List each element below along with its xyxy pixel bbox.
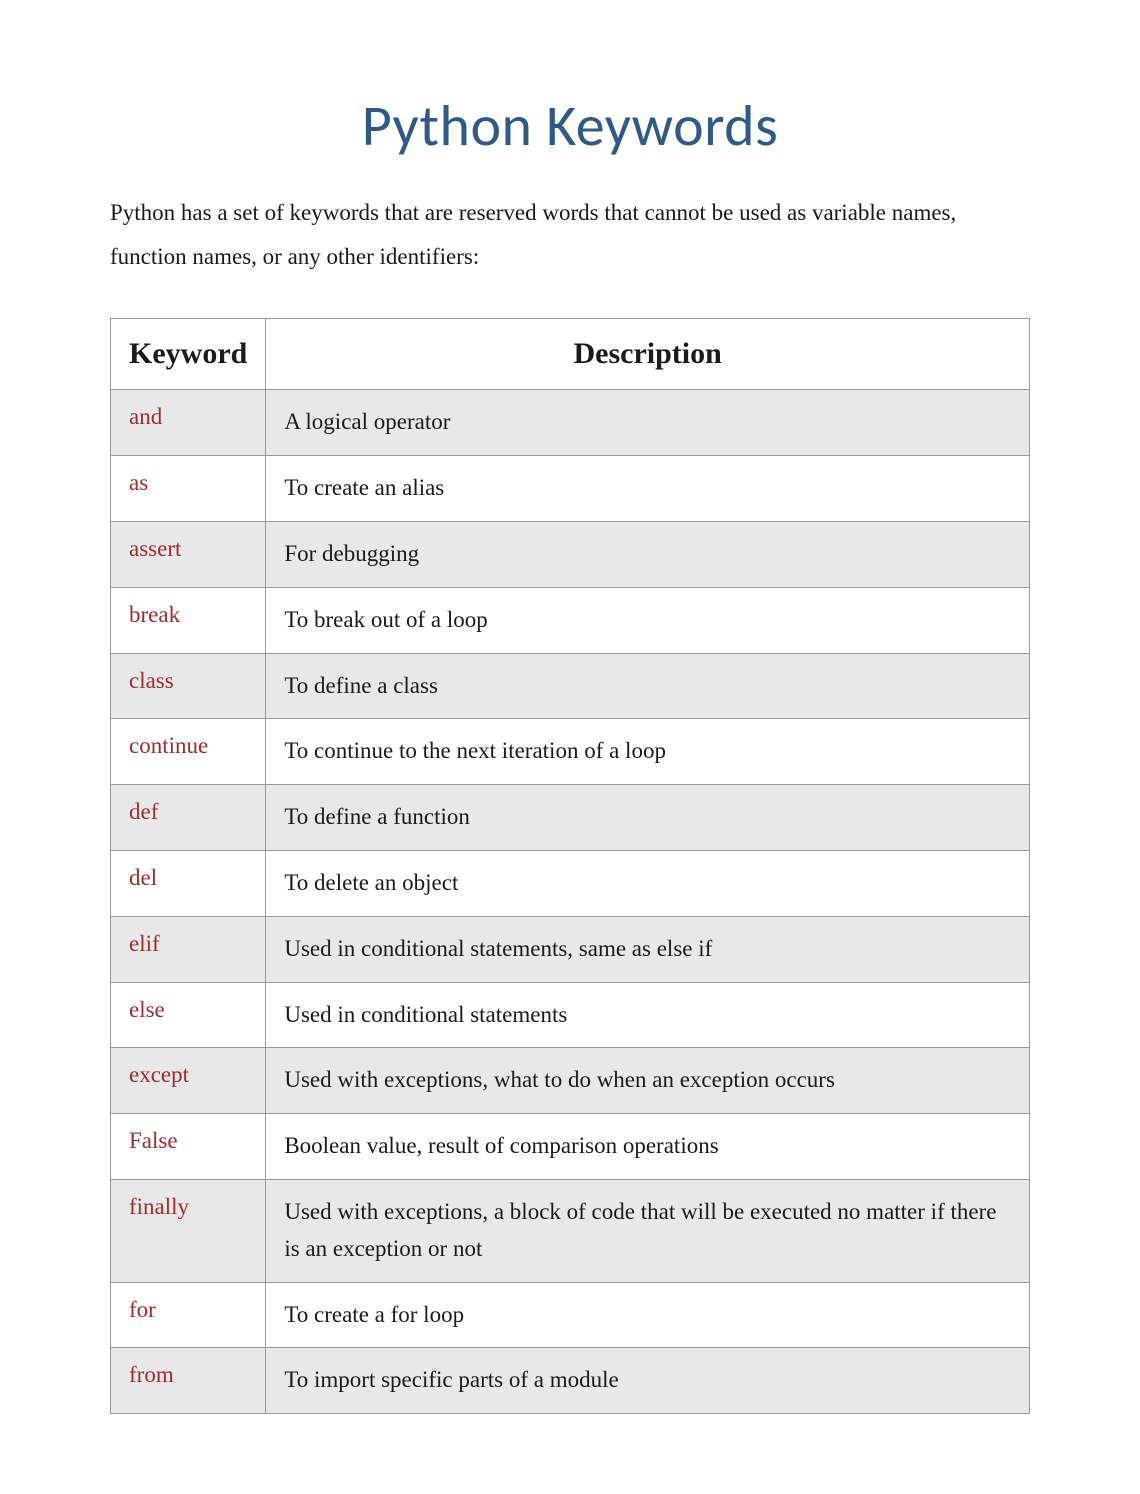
keyword-cell: except xyxy=(111,1048,266,1114)
description-cell: A logical operator xyxy=(266,390,1030,456)
table-row: assert For debugging xyxy=(111,521,1030,587)
keyword-cell: class xyxy=(111,653,266,719)
description-cell: Used in conditional statements, same as … xyxy=(266,916,1030,982)
description-cell: To break out of a loop xyxy=(266,587,1030,653)
description-cell: To create an alias xyxy=(266,456,1030,522)
description-cell: For debugging xyxy=(266,521,1030,587)
keyword-cell: finally xyxy=(111,1179,266,1282)
intro-paragraph: Python has a set of keywords that are re… xyxy=(110,191,1030,278)
keyword-cell: for xyxy=(111,1282,266,1348)
table-row: break To break out of a loop xyxy=(111,587,1030,653)
column-header-keyword: Keyword xyxy=(111,319,266,390)
description-cell: Used with exceptions, a block of code th… xyxy=(266,1179,1030,1282)
table-row: finally Used with exceptions, a block of… xyxy=(111,1179,1030,1282)
keyword-cell: and xyxy=(111,390,266,456)
description-cell: To continue to the next iteration of a l… xyxy=(266,719,1030,785)
keyword-cell: continue xyxy=(111,719,266,785)
description-cell: Used in conditional statements xyxy=(266,982,1030,1048)
table-header-row: Keyword Description xyxy=(111,319,1030,390)
description-cell: To define a function xyxy=(266,785,1030,851)
keywords-table: Keyword Description and A logical operat… xyxy=(110,318,1030,1414)
keyword-cell: def xyxy=(111,785,266,851)
description-cell: To import specific parts of a module xyxy=(266,1348,1030,1414)
keyword-cell: as xyxy=(111,456,266,522)
description-cell: To create a for loop xyxy=(266,1282,1030,1348)
table-row: except Used with exceptions, what to do … xyxy=(111,1048,1030,1114)
table-row: else Used in conditional statements xyxy=(111,982,1030,1048)
description-cell: To define a class xyxy=(266,653,1030,719)
table-row: def To define a function xyxy=(111,785,1030,851)
keyword-cell: False xyxy=(111,1114,266,1180)
table-row: False Boolean value, result of compariso… xyxy=(111,1114,1030,1180)
description-cell: Used with exceptions, what to do when an… xyxy=(266,1048,1030,1114)
description-cell: Boolean value, result of comparison oper… xyxy=(266,1114,1030,1180)
table-row: elif Used in conditional statements, sam… xyxy=(111,916,1030,982)
description-cell: To delete an object xyxy=(266,850,1030,916)
keyword-cell: del xyxy=(111,850,266,916)
table-row: class To define a class xyxy=(111,653,1030,719)
page-title: Python Keywords xyxy=(110,90,1030,161)
table-row: for To create a for loop xyxy=(111,1282,1030,1348)
keyword-cell: assert xyxy=(111,521,266,587)
table-row: continue To continue to the next iterati… xyxy=(111,719,1030,785)
keyword-cell: from xyxy=(111,1348,266,1414)
table-body: and A logical operator as To create an a… xyxy=(111,390,1030,1414)
keyword-cell: break xyxy=(111,587,266,653)
table-row: from To import specific parts of a modul… xyxy=(111,1348,1030,1414)
keyword-cell: else xyxy=(111,982,266,1048)
table-row: and A logical operator xyxy=(111,390,1030,456)
table-row: del To delete an object xyxy=(111,850,1030,916)
column-header-description: Description xyxy=(266,319,1030,390)
keyword-cell: elif xyxy=(111,916,266,982)
table-row: as To create an alias xyxy=(111,456,1030,522)
